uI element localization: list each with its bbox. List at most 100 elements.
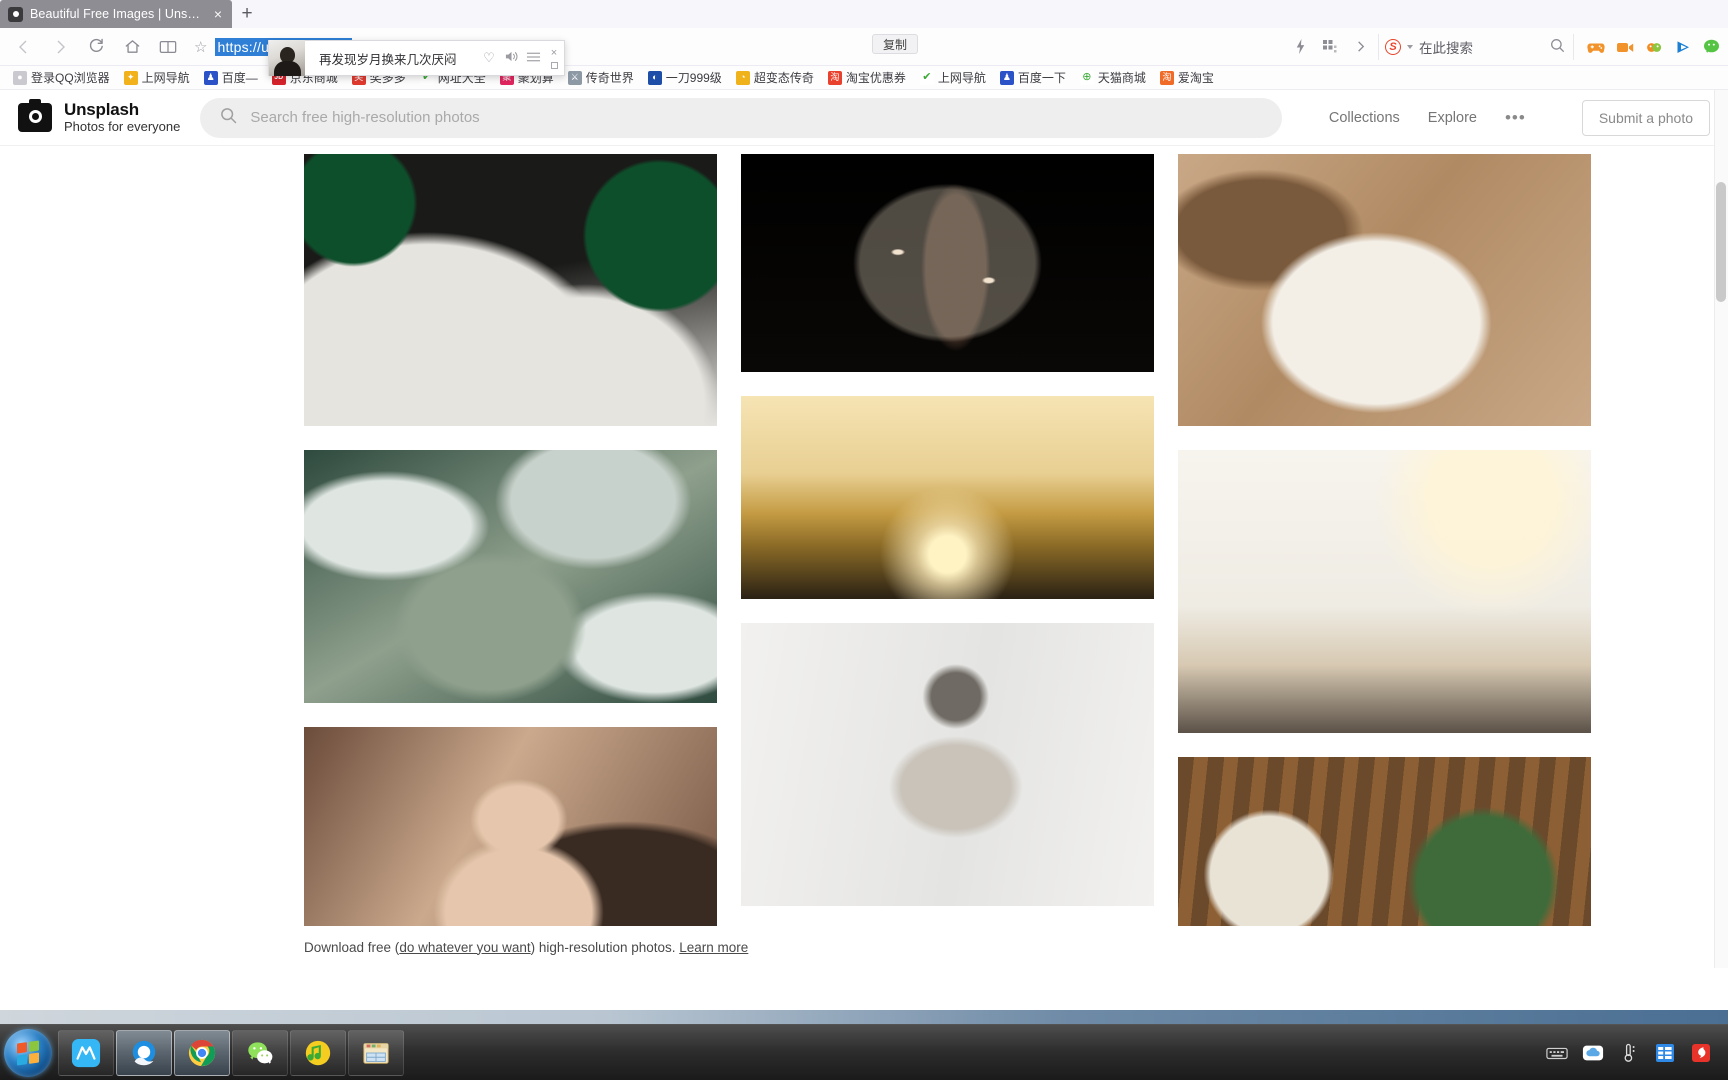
chevron-right-icon[interactable] (1346, 33, 1374, 61)
photo-card[interactable] (304, 450, 717, 703)
nav-collections[interactable]: Collections (1329, 110, 1400, 126)
windows-start-orb[interactable] (4, 1028, 52, 1077)
footer-link[interactable]: do whatever you want (399, 940, 530, 955)
baidu-icon: ♟ (999, 70, 1014, 85)
site-search-input[interactable]: Search free high-resolution photos (250, 109, 479, 126)
windows-flag-icon (17, 1039, 39, 1066)
back-button[interactable] (6, 32, 42, 62)
apps-grid-icon[interactable] (1316, 33, 1344, 61)
bookmarks-bar: ● 登录QQ浏览器 ✦ 上网导航 ♟ 百度— JD 京东商城奖奖多多 ✔ 网址大全聚聚划算 ⚔ 传奇世… (0, 66, 1728, 90)
tab-title: Beautiful Free Images | Unsplash (30, 7, 205, 21)
browser-tab-unsplash[interactable]: Beautiful Free Images | Unsplash × (0, 0, 232, 28)
heart-icon[interactable]: ♡ (478, 50, 500, 66)
taskbar-qq-music-icon[interactable] (290, 1029, 346, 1076)
scrollbar-thumb[interactable] (1716, 182, 1726, 302)
bookmark-item[interactable]: ✔ 上网导航 (913, 67, 993, 89)
nav-more-icon[interactable]: ••• (1505, 108, 1526, 128)
browser-search-box[interactable]: S 在此搜索 (1378, 33, 1574, 60)
taskbar-mi-app-icon[interactable] (58, 1029, 114, 1076)
photo-grid (0, 146, 1728, 968)
photo-card[interactable] (304, 154, 717, 426)
taskbar-file-explorer-icon[interactable] (348, 1029, 404, 1076)
photo-card[interactable] (741, 154, 1154, 372)
page-scrollbar[interactable] (1714, 90, 1728, 968)
maximize-icon[interactable] (550, 61, 558, 69)
site-nav: Collections Explore ••• Submit a photo (1329, 99, 1710, 136)
bookmark-item[interactable]: ♟ 百度— (197, 67, 265, 89)
chaos-icon: ◔ (735, 70, 750, 85)
thermometer-icon[interactable] (1618, 1042, 1640, 1064)
volume-icon[interactable] (500, 50, 522, 66)
album-art (269, 40, 305, 76)
bookmark-item[interactable]: ⊕ 天猫商城 (1073, 67, 1153, 89)
bookmark-label: 一刀999级 (665, 71, 722, 85)
photo-column (741, 154, 1154, 968)
browser-search-input[interactable]: 在此搜索 (1419, 37, 1544, 57)
bookmark-label: 超变态传奇 (753, 71, 814, 85)
footer-prefix: Download free ( (304, 939, 400, 955)
photo-card[interactable] (741, 623, 1154, 906)
bookmark-label: 百度— (221, 71, 258, 85)
bookmark-label: 淘宝优惠券 (845, 71, 906, 85)
photo-card[interactable] (1178, 450, 1591, 733)
blue-play-icon[interactable] (1673, 37, 1693, 57)
forward-button[interactable] (42, 32, 78, 62)
taskbar-qq-browser-icon[interactable] (116, 1029, 172, 1076)
sogou-engine-icon[interactable]: S (1385, 38, 1401, 55)
search-icon[interactable] (1550, 38, 1565, 56)
music-track-title: 再发现岁月换来几次厌闷 (319, 52, 457, 67)
bookmark-item[interactable]: ◐ 一刀999级 (641, 67, 729, 89)
windows-taskbar (0, 1024, 1728, 1080)
keyboard-icon[interactable] (1546, 1042, 1568, 1064)
bookmark-item[interactable]: ✦ 上网导航 (117, 67, 197, 89)
wechat-icon[interactable] (1702, 37, 1722, 57)
site-search-box[interactable]: Search free high-resolution photos (200, 97, 1283, 138)
bookmark-item[interactable]: ⚔ 传奇世界 (561, 67, 641, 89)
camera-icon (8, 6, 23, 22)
learn-more-link[interactable]: Learn more (679, 940, 748, 955)
gamepad-icon[interactable] (1586, 37, 1606, 57)
bookmark-label: 传奇世界 (585, 71, 634, 85)
bookmark-item[interactable]: ◔ 超变态传奇 (729, 67, 821, 89)
bookmark-item[interactable]: 淘淘宝优惠券 (821, 67, 913, 89)
taskbar-wechat-icon[interactable] (232, 1029, 288, 1076)
blue-grid-icon[interactable] (1654, 1042, 1676, 1064)
bookmark-item[interactable]: ● 登录QQ浏览器 (6, 67, 117, 89)
lightning-icon[interactable] (1286, 33, 1314, 61)
submit-photo-button[interactable]: Submit a photo (1581, 99, 1710, 136)
bookmark-label: 上网导航 (937, 71, 986, 85)
playlist-menu-icon[interactable] (522, 51, 544, 66)
compass-icon: ✦ (123, 70, 138, 85)
close-icon[interactable]: × (212, 7, 224, 21)
popup-window-controls: × (544, 47, 564, 69)
bookmark-label: 登录QQ浏览器 (31, 71, 110, 85)
globe-icon: ⊕ (1079, 70, 1094, 85)
game-icon: ⚔ (567, 70, 582, 85)
copy-url-button[interactable]: 复制 (872, 34, 918, 54)
photo-column (1178, 154, 1591, 968)
close-icon[interactable]: × (551, 47, 557, 59)
reader-book-icon[interactable] (150, 32, 186, 62)
unsplash-logo[interactable]: Unsplash Photos for everyone (18, 98, 180, 134)
unsplash-header: Unsplash Photos for everyone Search free… (0, 90, 1728, 146)
dual-circle-icon[interactable] (1644, 37, 1664, 57)
photo-card[interactable] (1178, 154, 1591, 426)
chevron-down-icon[interactable] (1407, 44, 1413, 49)
red-music-icon[interactable] (1690, 1042, 1712, 1064)
home-icon[interactable] (114, 32, 150, 62)
photo-card[interactable] (741, 396, 1154, 599)
video-camera-icon[interactable] (1615, 37, 1635, 57)
bookmark-item[interactable]: ♟ 百度一下 (993, 67, 1073, 89)
cloud-icon[interactable] (1582, 1042, 1604, 1064)
reload-button[interactable] (78, 32, 114, 62)
bookmark-item[interactable]: 淘爱淘宝 (1153, 67, 1221, 89)
bookmark-star-icon[interactable]: ☆ (194, 38, 207, 56)
footer-middle: ) high-resolution photos. (530, 939, 676, 955)
search-icon (220, 107, 237, 128)
nav-explore[interactable]: Explore (1428, 110, 1477, 126)
new-tab-button[interactable]: + (232, 0, 262, 28)
toolbar-icons (1286, 33, 1374, 61)
music-player-popup[interactable]: 再发现岁月换来几次厌闷 ♡ × (268, 40, 565, 76)
taskbar-chrome-icon[interactable] (174, 1029, 230, 1076)
user-avatar-icon: ● (13, 70, 27, 85)
